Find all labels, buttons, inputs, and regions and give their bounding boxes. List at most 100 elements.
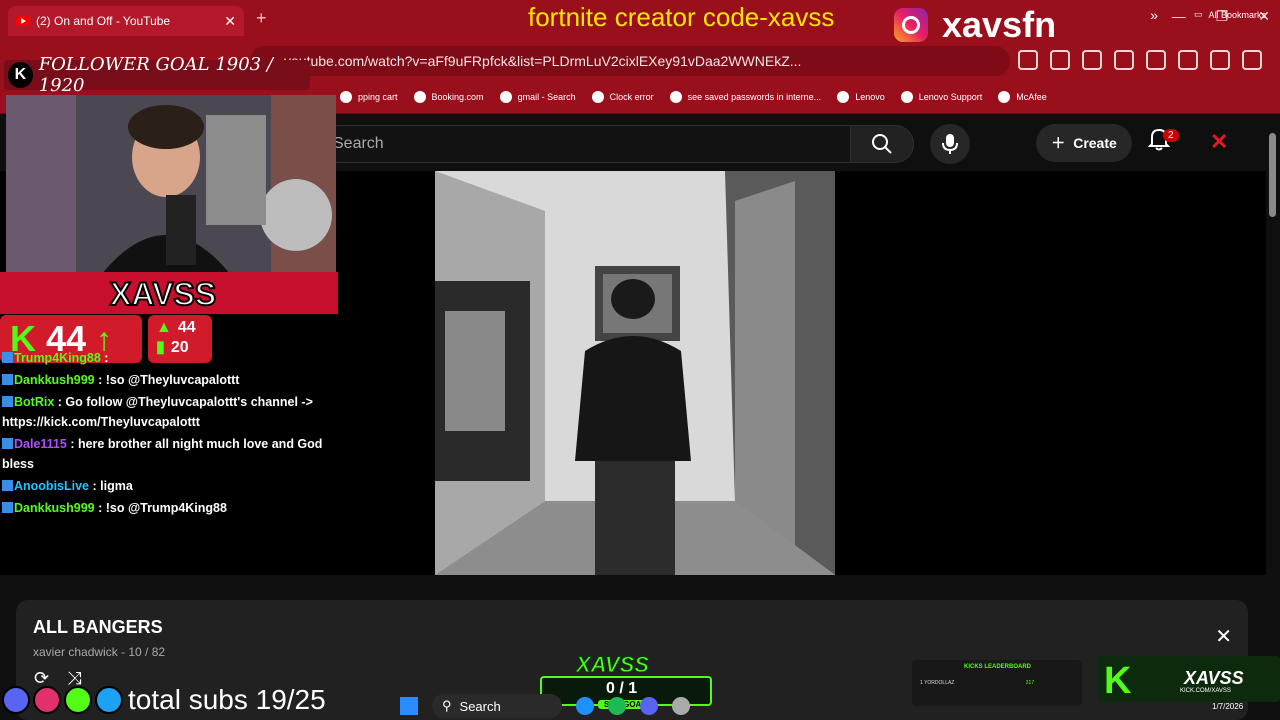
minimize-icon[interactable]: — xyxy=(1172,8,1186,25)
chat-username[interactable]: Dankkush999 xyxy=(14,373,95,387)
taskbar-search-icon: ⚲ xyxy=(442,698,452,713)
kick-small-icon xyxy=(64,686,92,714)
bookmark-favicon-icon xyxy=(998,90,1011,103)
bookmark-item[interactable]: gmail - Search xyxy=(499,90,576,103)
new-tab-button[interactable]: + xyxy=(256,8,267,29)
instagram-icon xyxy=(894,8,928,42)
bookmark-label: see saved passwords in interne... xyxy=(687,91,822,102)
microphone-icon xyxy=(942,134,958,154)
edge-icon[interactable] xyxy=(576,697,594,715)
windows-taskbar: ⚲ Search xyxy=(400,692,880,720)
webcam-image xyxy=(6,95,336,275)
video-thumbnail-image xyxy=(435,171,835,575)
tab-title: (2) On and Off - YouTube xyxy=(36,14,171,28)
kick-brand-logo: K xyxy=(1104,660,1132,702)
bookmark-favicon-icon xyxy=(499,90,512,103)
taskbar-search[interactable]: ⚲ Search xyxy=(432,694,562,718)
close-overlay-icon[interactable]: ✕ xyxy=(1210,129,1228,155)
chat-username[interactable]: BotRix xyxy=(14,395,54,409)
youtube-icon xyxy=(16,16,30,26)
chat-username[interactable]: AnoobisLive xyxy=(14,479,89,493)
chat-badge-icon xyxy=(2,438,13,449)
extensions-icon[interactable] xyxy=(1018,50,1038,70)
brand-url: KICK.COM/XAVSS xyxy=(1180,688,1231,694)
leo-icon[interactable] xyxy=(1178,50,1198,70)
chat-text: : xyxy=(100,351,109,365)
bookmark-item[interactable]: see saved passwords in interne... xyxy=(669,90,822,103)
plus-icon: ＋ xyxy=(1051,135,1066,151)
browser-tab[interactable]: (2) On and Off - YouTube ✕ xyxy=(8,6,244,36)
playlist-title[interactable]: ALL BANGERS xyxy=(33,617,163,638)
bookmark-item[interactable]: Lenovo xyxy=(837,90,885,103)
chat-username[interactable]: Dankkush999 xyxy=(14,501,95,515)
chat-text: : !so @Trump4King88 xyxy=(94,501,227,515)
create-label: Create xyxy=(1073,135,1117,151)
video-frame[interactable] xyxy=(435,171,835,575)
creator-code-banner: fortnite creator code-xavss xyxy=(528,2,835,32)
chat-username[interactable]: Trump4King88 xyxy=(14,351,101,365)
discord-icon xyxy=(2,686,30,714)
kick-logo-icon: K xyxy=(8,62,33,88)
trend-up-icon: ▲ xyxy=(156,319,172,336)
bookmark-label: Booking.com xyxy=(431,91,484,102)
taskbar-date: 1/7/2026 xyxy=(1212,702,1244,711)
create-button[interactable]: ＋ Create xyxy=(1036,124,1132,162)
all-bookmarks-label: All Bookmarks xyxy=(1208,9,1266,20)
chat-message: BotRix : Go follow @Theyluvcapalottt's c… xyxy=(2,392,332,432)
search-tab-icon[interactable] xyxy=(1050,50,1070,70)
menu-icon[interactable] xyxy=(1242,50,1262,70)
chat-message: Dale1115 : here brother all night much l… xyxy=(2,434,332,474)
chat-message: AnoobisLive : ligma xyxy=(2,476,332,496)
taskbar-search-label: Search xyxy=(459,698,501,714)
url-field[interactable]: youtube.com/watch?v=aFf9uFRpfck&list=PLD… xyxy=(250,46,1010,76)
wallet-icon[interactable] xyxy=(1146,50,1166,70)
bookmark-label: Clock error xyxy=(609,91,654,102)
voice-search-button[interactable] xyxy=(930,124,970,164)
more-bookmarks-icon[interactable]: » xyxy=(1150,7,1158,23)
close-playlist-icon[interactable]: ✕ xyxy=(1215,624,1232,649)
bookmark-label: pping cart xyxy=(358,91,398,102)
page-scrollbar[interactable] xyxy=(1266,115,1280,720)
chat-text: : ligma xyxy=(89,479,133,493)
screen: (2) On and Off - YouTube ✕ + — ❐ ✕ youtu… xyxy=(0,0,1280,720)
search-placeholder: Search xyxy=(333,135,384,152)
bookmark-label: Lenovo Support xyxy=(918,91,983,102)
webcam-feed xyxy=(6,95,336,275)
chat-username[interactable]: Dale1115 xyxy=(14,437,67,451)
bookmark-favicon-icon xyxy=(669,90,682,103)
bookmark-item[interactable]: McAfee xyxy=(998,90,1047,103)
bookmark-item[interactable]: pping cart xyxy=(340,90,398,103)
sub-goal-logo: XAVSS xyxy=(576,652,650,678)
chat-badge-icon xyxy=(2,480,13,491)
leaderboard-value: 317 xyxy=(1025,680,1035,686)
folder-icon: ▭ xyxy=(1193,9,1203,19)
search-button[interactable] xyxy=(850,125,914,163)
chat-badge-icon xyxy=(2,502,13,513)
sidebar-icon[interactable] xyxy=(1114,50,1134,70)
scrollbar-thumb[interactable] xyxy=(1269,133,1276,217)
total-subs-text: total subs 19/25 xyxy=(128,684,326,715)
windows-start-icon[interactable] xyxy=(400,697,418,715)
chrome-icon[interactable] xyxy=(672,697,690,715)
bookmark-item[interactable]: Booking.com xyxy=(413,90,484,103)
media-icon[interactable] xyxy=(1082,50,1102,70)
chat-badge-icon xyxy=(2,352,13,363)
bookmark-item[interactable]: Lenovo Support xyxy=(900,90,983,103)
url-text: youtube.com/watch?v=aFf9uFRpfck&list=PLD… xyxy=(284,53,802,69)
chat-overlay: Trump4King88 : Dankkush999 : !so @Theylu… xyxy=(2,351,332,520)
bookmark-favicon-icon xyxy=(340,90,352,103)
social-handle: xavsfn xyxy=(942,4,1057,45)
bookmark-favicon-icon xyxy=(591,90,604,103)
playlist-subtitle: xavier chadwick - 10 / 82 xyxy=(33,645,166,659)
discord-taskbar-icon[interactable] xyxy=(640,697,658,715)
bookmark-item[interactable]: Clock error xyxy=(591,90,654,103)
all-bookmarks-button[interactable]: ▭ All Bookmarks xyxy=(1194,9,1266,20)
chat-text: : !so @Theyluvcapalottt xyxy=(94,373,240,387)
search-input[interactable]: Search xyxy=(320,125,850,163)
vpn-icon[interactable] xyxy=(1210,50,1230,70)
bookmark-favicon-icon xyxy=(900,90,913,103)
chat-badge-icon xyxy=(2,396,13,407)
spotify-icon[interactable] xyxy=(608,697,626,715)
notification-badge: 2 xyxy=(1163,129,1179,142)
close-tab-icon[interactable]: ✕ xyxy=(224,13,236,30)
